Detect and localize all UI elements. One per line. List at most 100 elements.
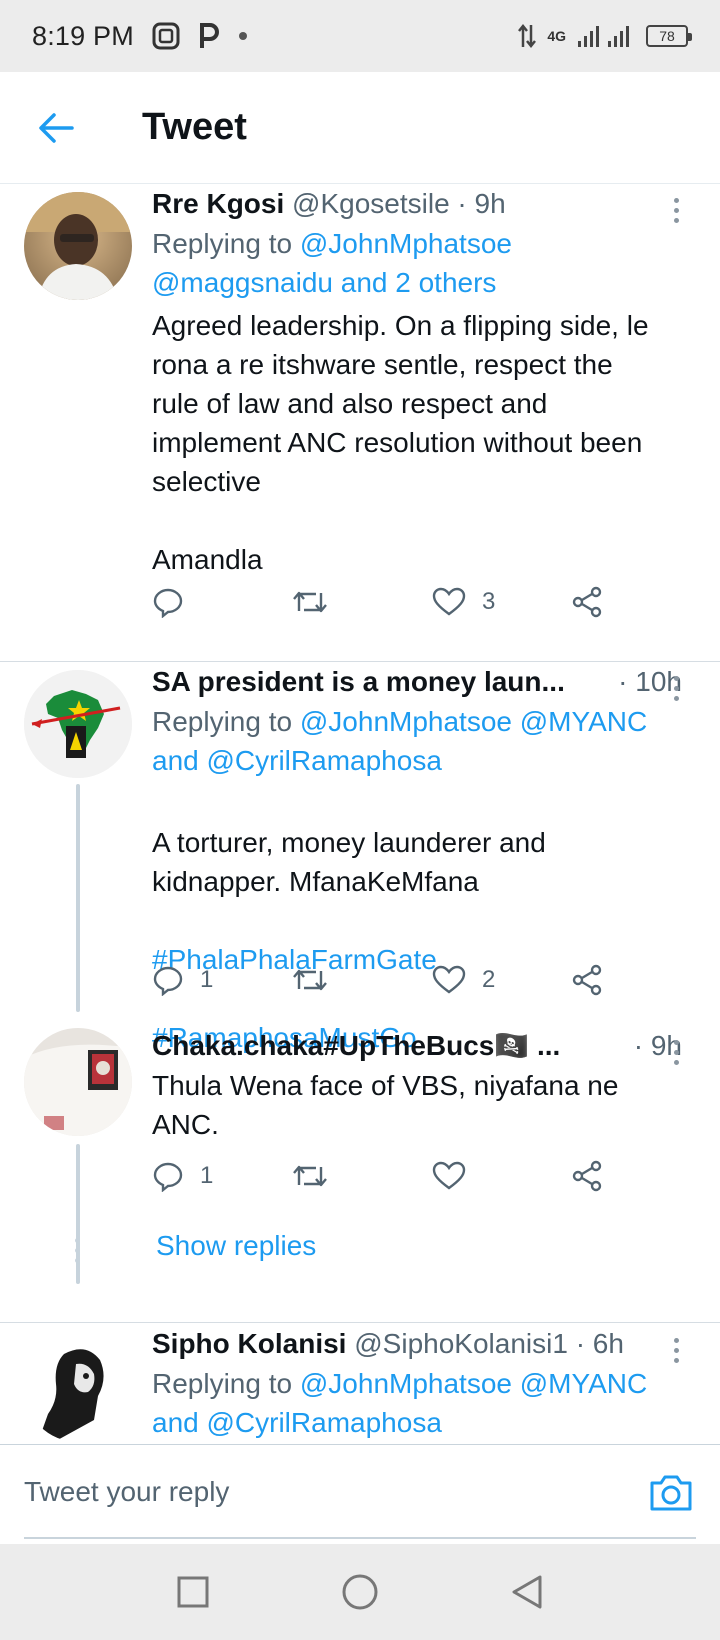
tweet-meta: Rre Kgosi @Kgosetsile · 9h: [152, 184, 682, 224]
replying-to: Replying to @JohnMphatsoe @maggsnaidu an…: [152, 224, 682, 302]
tweet-meta: SA president is a money laun... · 10h: [152, 662, 682, 702]
tweet-text: A torturer, money launderer and kidnappe…: [152, 784, 682, 1057]
avatar[interactable]: [24, 1028, 132, 1136]
more-options-button[interactable]: [664, 1032, 688, 1072]
network-type: 4G: [547, 28, 566, 44]
mention-link[interactable]: @JohnMphatsoe @MYANC: [300, 1368, 647, 1399]
replying-prefix: Replying to: [152, 706, 300, 737]
tweet-item[interactable]: SA president is a money laun... · 10h Re…: [0, 662, 720, 1053]
retweet-button[interactable]: [292, 1161, 432, 1191]
status-time: 8:19 PM: [32, 20, 134, 51]
tweet-actions: 3: [152, 580, 652, 624]
tweet-time: · 9h: [457, 188, 506, 219]
like-button[interactable]: [432, 1161, 572, 1191]
mention-link[interactable]: @JohnMphatsoe @MYANC: [300, 706, 647, 737]
triangle-back-icon: [512, 1575, 542, 1609]
input-underline: [24, 1537, 696, 1539]
author-name[interactable]: Chaka.chaka#UpTheBucs🏴‍☠️ ...: [152, 1026, 622, 1066]
reply-count: 1: [200, 1162, 214, 1189]
tweet-item[interactable]: Chaka.chaka#UpTheBucs🏴‍☠️ ... · 9h Thula…: [0, 1026, 720, 1284]
home-button[interactable]: [338, 1570, 382, 1614]
show-replies-link[interactable]: Show replies: [156, 1230, 316, 1262]
avatar-image: [24, 670, 132, 778]
tweet-meta: Sipho Kolanisi @SiphoKolanisi1 · 6h: [152, 1324, 682, 1364]
reply-icon: [153, 1162, 183, 1192]
author-name[interactable]: SA president is a money laun...: [152, 662, 606, 702]
camera-icon: [650, 1475, 692, 1511]
author-name[interactable]: Rre Kgosi: [152, 188, 284, 219]
tweet-item[interactable]: Sipho Kolanisi @SiphoKolanisi1 · 6h Repl…: [0, 1324, 720, 1444]
notification-icons: [152, 22, 248, 50]
mention-link[interactable]: and @CyrilRamaphosa: [152, 745, 442, 776]
like-button[interactable]: 2: [432, 965, 572, 995]
p-notification-icon: [199, 23, 219, 48]
share-button[interactable]: [572, 586, 604, 618]
reply-input[interactable]: [24, 1467, 624, 1517]
avatar[interactable]: [24, 1334, 132, 1442]
tweet-text: Thula Wena face of VBS, niyafana ne ANC.: [152, 1070, 619, 1140]
replies-feed[interactable]: Rre Kgosi @Kgosetsile · 9h Replying to @…: [0, 184, 720, 1444]
tweet-body: Chaka.chaka#UpTheBucs🏴‍☠️ ... · 9h Thula…: [152, 1026, 682, 1144]
battery-icon: 78: [646, 25, 692, 47]
battery-level: 78: [659, 28, 675, 44]
more-options-button[interactable]: [664, 1330, 688, 1370]
heart-icon: [432, 587, 466, 616]
tweet-actions: 1 2: [152, 958, 652, 1002]
reply-button[interactable]: 1: [152, 1160, 292, 1192]
share-button[interactable]: [572, 964, 604, 996]
more-options-button[interactable]: [664, 668, 688, 708]
data-transfer-icon: [518, 23, 537, 49]
share-icon: [572, 1160, 602, 1192]
tweet-item[interactable]: Rre Kgosi @Kgosetsile · 9h Replying to @…: [0, 184, 720, 661]
tweet-actions: 1: [152, 1154, 652, 1198]
replying-to: Replying to @JohnMphatsoe @MYANC and @Cy…: [152, 1364, 682, 1442]
divider: [0, 1322, 720, 1323]
mention-link[interactable]: @JohnMphatsoe: [300, 228, 512, 259]
mention-link[interactable]: @maggsnaidu and 2 others: [152, 267, 496, 298]
reply-button[interactable]: [152, 586, 292, 618]
tweet-text-body: A torturer, money launderer and kidnappe…: [152, 827, 546, 897]
tweet-meta: Chaka.chaka#UpTheBucs🏴‍☠️ ... · 9h: [152, 1026, 682, 1066]
avatar[interactable]: [24, 670, 132, 778]
retweet-button[interactable]: [292, 965, 432, 995]
like-count: 2: [482, 966, 496, 993]
square-icon: [177, 1576, 209, 1608]
back-button[interactable]: [26, 98, 86, 158]
reply-count: 1: [200, 966, 214, 993]
recent-apps-button[interactable]: [171, 1570, 215, 1614]
camera-button[interactable]: [648, 1469, 694, 1515]
replying-prefix: Replying to: [152, 1368, 300, 1399]
retweet-icon: [293, 591, 327, 613]
heart-icon: [432, 965, 466, 994]
system-back-button[interactable]: [505, 1570, 549, 1614]
avatar-image: [24, 1334, 132, 1442]
reply-button[interactable]: 1: [152, 964, 292, 996]
share-button[interactable]: [572, 1160, 604, 1192]
author-handle: @Kgosetsile: [292, 188, 450, 219]
author-name[interactable]: Sipho Kolanisi: [152, 1328, 346, 1359]
retweet-icon: [293, 1165, 327, 1187]
tweet-time: · 6h: [575, 1328, 624, 1359]
replying-prefix: Replying to: [152, 228, 300, 259]
status-bar: 8:19 PM 4G 78: [0, 0, 720, 72]
arrow-left-icon: [39, 112, 74, 143]
dot-icon: [238, 32, 247, 40]
mention-link[interactable]: and @CyrilRamaphosa: [152, 1407, 442, 1438]
retweet-button[interactable]: [292, 587, 432, 617]
system-nav-bar: [0, 1544, 720, 1640]
app-notification-icon: [152, 22, 180, 50]
app-header: Tweet: [0, 72, 720, 184]
avatar[interactable]: [24, 192, 132, 300]
more-options-button[interactable]: [664, 190, 688, 230]
heart-icon: [432, 1161, 466, 1190]
status-right: 4G 78: [517, 23, 692, 49]
signal-icon: [578, 26, 629, 47]
avatar-image: [24, 192, 132, 300]
like-button[interactable]: 3: [432, 587, 572, 617]
thread-more-dots: [75, 1238, 80, 1263]
avatar-image: [24, 1028, 132, 1136]
share-icon: [572, 964, 602, 996]
author-handle: @SiphoKolanisi1: [354, 1328, 568, 1359]
thread-line: [76, 784, 80, 1012]
circle-icon: [342, 1574, 378, 1610]
